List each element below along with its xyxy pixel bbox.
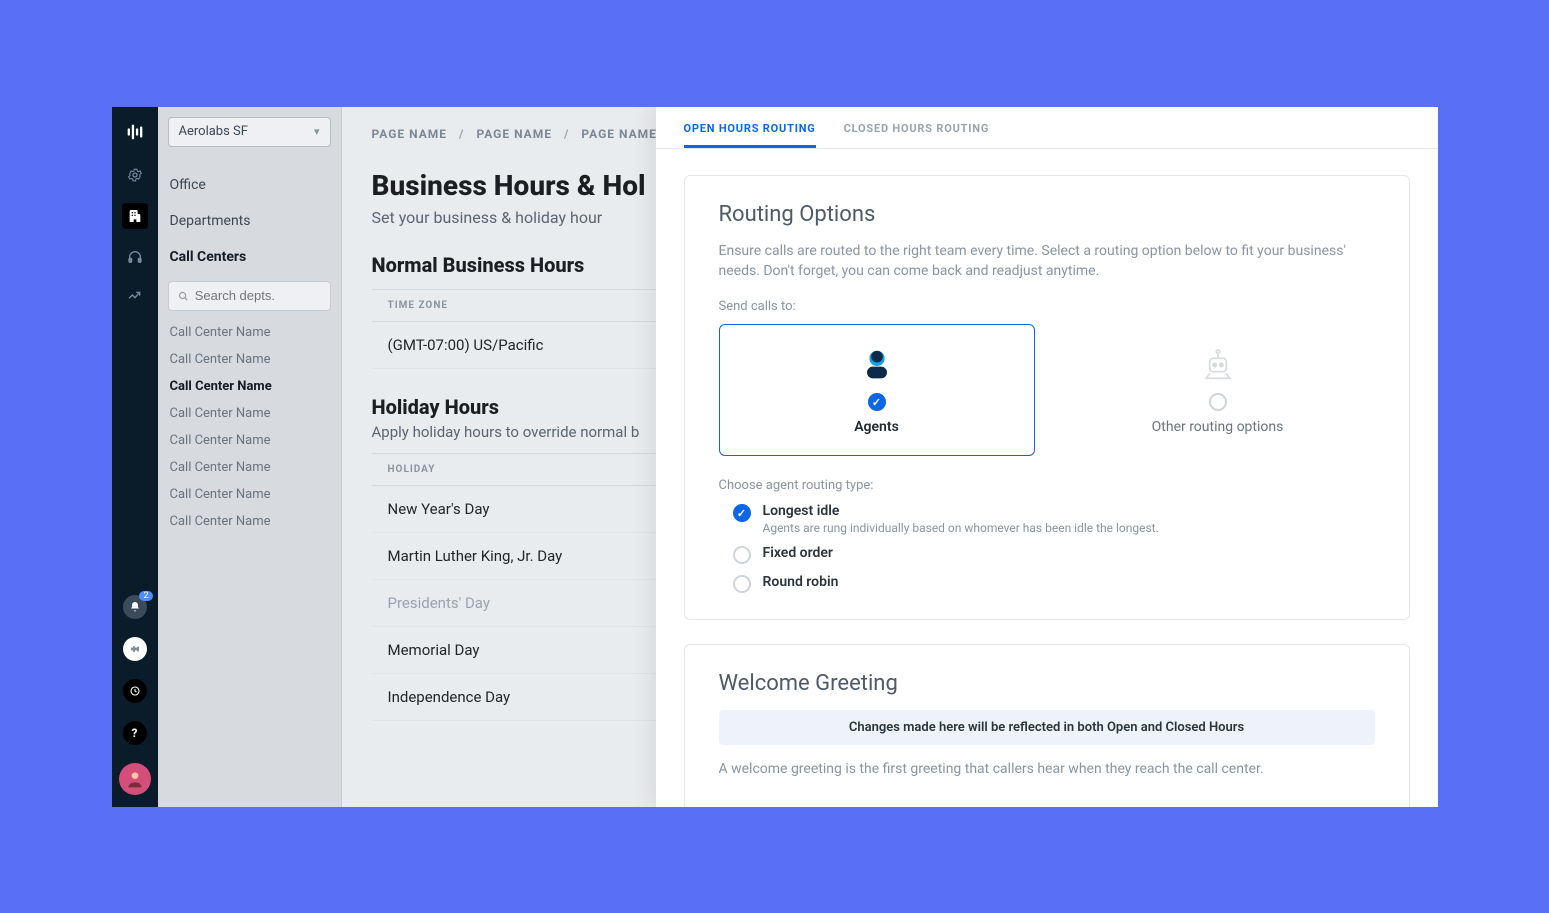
send-calls-label: Send calls to:: [719, 299, 1375, 314]
routing-title: Routing Options: [719, 202, 1375, 227]
nav-call-centers[interactable]: Call Centers: [170, 239, 329, 275]
call-center-item[interactable]: Call Center Name: [170, 346, 329, 373]
search-input-wrap[interactable]: [168, 281, 331, 311]
breadcrumb-item[interactable]: PAGE NAME: [476, 127, 552, 141]
breadcrumb-item[interactable]: PAGE NAME: [372, 127, 448, 141]
call-center-item[interactable]: Call Center Name: [170, 400, 329, 427]
icon-rail: 2 ?: [112, 107, 158, 807]
nav-office[interactable]: Office: [170, 167, 329, 203]
routing-panel: OPEN HOURS ROUTING CLOSED HOURS ROUTING …: [656, 107, 1438, 807]
call-center-item[interactable]: Call Center Name: [170, 427, 329, 454]
routing-type-label: Choose agent routing type:: [719, 478, 1375, 493]
app-shell: 2 ? Aerolabs SF ▾ Office Departments Cal…: [112, 107, 1438, 807]
help-icon[interactable]: ?: [123, 721, 147, 745]
history-icon[interactable]: [123, 679, 147, 703]
sidebar: Aerolabs SF ▾ Office Departments Call Ce…: [158, 107, 342, 807]
nav-departments[interactable]: Departments: [170, 203, 329, 239]
agent-person-icon: [857, 345, 897, 385]
option-agents-label: Agents: [854, 419, 899, 435]
panel-tabs: OPEN HOURS ROUTING CLOSED HOURS ROUTING: [656, 107, 1438, 149]
greeting-title: Welcome Greeting: [719, 671, 1375, 696]
org-select-value: Aerolabs SF: [179, 124, 248, 139]
tab-closed-hours[interactable]: CLOSED HOURS ROUTING: [844, 122, 990, 148]
logo-icon: [124, 121, 146, 147]
robot-icon: [1198, 345, 1238, 385]
option-other[interactable]: Other routing options: [1061, 324, 1375, 456]
search-icon: [177, 289, 189, 303]
building-icon[interactable]: [122, 203, 148, 229]
radio-round-robin[interactable]: Round robin: [733, 574, 1375, 593]
routing-card: Routing Options Ensure calls are routed …: [684, 175, 1410, 621]
notification-badge: 2: [139, 591, 152, 601]
chevron-down-icon: ▾: [314, 125, 320, 138]
greeting-desc: A welcome greeting is the first greeting…: [719, 759, 1375, 779]
routing-desc: Ensure calls are routed to the right tea…: [719, 241, 1375, 282]
call-center-item[interactable]: Call Center Name: [170, 481, 329, 508]
call-center-item[interactable]: Call Center Name: [170, 373, 329, 400]
avatar[interactable]: [119, 763, 151, 795]
call-center-list: Call Center NameCall Center NameCall Cen…: [158, 319, 341, 535]
call-center-item[interactable]: Call Center Name: [170, 508, 329, 535]
search-input[interactable]: [195, 288, 322, 303]
breadcrumb-item[interactable]: PAGE NAME: [581, 127, 657, 141]
greeting-notice: Changes made here will be reflected in b…: [719, 710, 1375, 745]
gear-icon[interactable]: [125, 165, 145, 185]
org-select[interactable]: Aerolabs SF ▾: [168, 117, 331, 147]
call-center-item[interactable]: Call Center Name: [170, 454, 329, 481]
greeting-card: Welcome Greeting Changes made here will …: [684, 644, 1410, 806]
radio-other: [1209, 393, 1227, 411]
main-content: PAGE NAME / PAGE NAME / PAGE NAME / Busi…: [342, 107, 1438, 807]
option-other-label: Other routing options: [1152, 419, 1284, 435]
radio-fixed-order[interactable]: Fixed order: [733, 545, 1375, 564]
bell-icon[interactable]: 2: [123, 595, 147, 619]
tab-open-hours[interactable]: OPEN HOURS ROUTING: [684, 122, 816, 148]
radio-agents: [868, 393, 886, 411]
option-agents[interactable]: Agents: [719, 324, 1035, 456]
radio-longest-idle[interactable]: Longest idle Agents are rung individuall…: [733, 503, 1375, 535]
call-center-item[interactable]: Call Center Name: [170, 319, 329, 346]
sound-wave-icon[interactable]: [123, 637, 147, 661]
trend-icon[interactable]: [125, 285, 145, 305]
headset-icon[interactable]: [125, 247, 145, 267]
